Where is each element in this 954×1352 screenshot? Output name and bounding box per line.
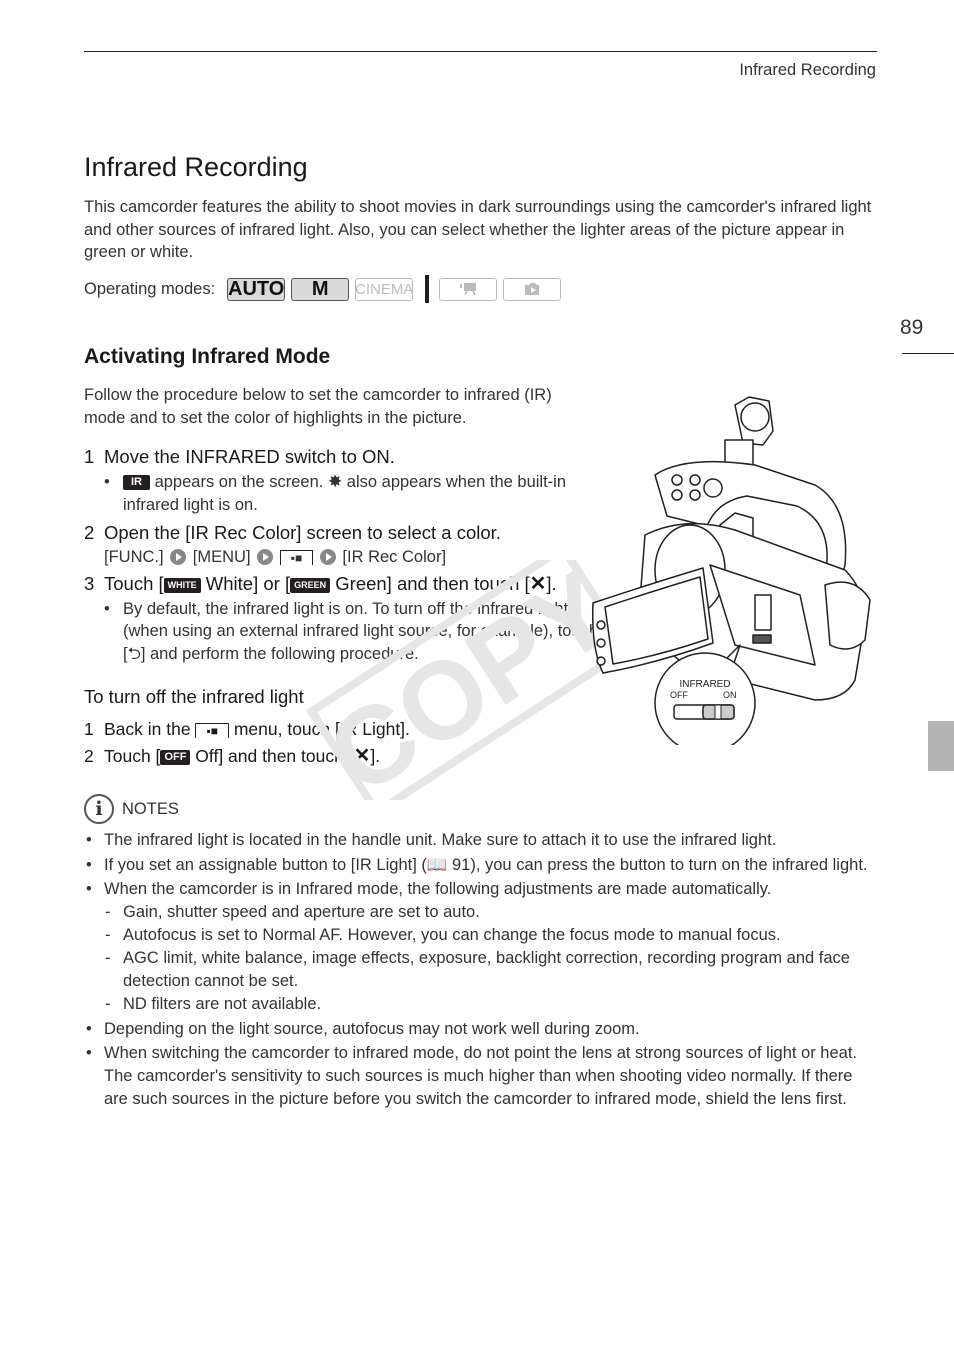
step-1: 1 Move the INFRARED switch to ON. <box>84 446 395 467</box>
note-item: When the camcorder is in Infrared mode, … <box>84 878 879 1016</box>
step-3-bullet: By default, the infrared light is on. To… <box>84 598 604 666</box>
note-item: Depending on the light source, autofocus… <box>84 1018 879 1041</box>
arrow-right-icon <box>319 549 336 565</box>
infrared-switch <box>673 704 735 720</box>
notes-label: NOTES <box>122 799 179 818</box>
subsection-title: To turn off the infrared light <box>84 686 304 707</box>
header-rule <box>84 51 877 52</box>
green-color-icon: GREEN <box>290 577 331 593</box>
procedure-intro: Follow the procedure below to set the ca… <box>84 386 552 427</box>
mode-auto-icon: AUTO <box>227 277 286 301</box>
note-subitem: ND filters are not available. <box>84 993 879 1016</box>
mode-separator <box>425 275 430 303</box>
ir-indicator-icon: IR <box>123 475 150 490</box>
info-icon: i <box>84 794 114 824</box>
notes-list: The infrared light is located in the han… <box>84 829 879 1113</box>
subsection-steps: 1 Back in the ▪■ menu, touch [IR Light]. … <box>84 716 604 770</box>
off-icon: OFF <box>160 750 191 765</box>
step-3: 3 Touch [WHITE White] or [GREEN Green] an… <box>84 572 557 595</box>
step-2: 2 Open the [IR Rec Color] screen to selec… <box>84 522 501 543</box>
mode-manual-icon: M <box>291 277 350 301</box>
substep-2: 2 Touch [OFF Off] and then touch [✕]. <box>84 745 381 767</box>
arrow-right-icon <box>257 549 274 565</box>
substep-1: 1 Back in the ▪■ menu, touch [IR Light]. <box>84 719 410 739</box>
return-icon: ⮌ <box>127 644 141 663</box>
page-number: 89 <box>900 316 924 339</box>
arrow-right-icon <box>170 549 187 565</box>
page-number-rule <box>902 353 954 354</box>
section-title: Activating Infrared Mode <box>84 345 331 368</box>
steps-list: 1Move the INFRARED switch to ON. IR appe… <box>84 444 604 665</box>
notes-header: i NOTES <box>84 794 179 824</box>
page-title: Infrared Recording <box>84 152 308 182</box>
camcorder-illustration: INFRARED OFF ON <box>591 396 871 745</box>
infrared-switch-label: INFRARED <box>679 679 730 690</box>
step-2-menu-path: [FUNC.] [MENU] ▪■ [IR Rec Color] <box>104 548 447 566</box>
switch-off-label: OFF <box>670 690 688 700</box>
note-subitem: Gain, shutter speed and aperture are set… <box>84 901 879 924</box>
white-color-icon: WHITE <box>163 577 201 593</box>
intro-paragraph: This camcorder features the ability to s… <box>84 198 872 261</box>
chapter-thumb-tab <box>928 721 954 771</box>
switch-on-label: ON <box>723 690 737 700</box>
note-subitem: AGC limit, white balance, image effects,… <box>84 947 879 993</box>
camera-menu-icon: ▪■ <box>279 550 314 565</box>
camera-menu-icon: ▪■ <box>195 723 229 738</box>
ir-light-icon: ✸ <box>327 472 343 491</box>
note-item: If you set an assignable button to [IR L… <box>84 854 879 877</box>
movie-mode-icon <box>439 277 498 301</box>
operating-modes: Operating modes: AUTO M CINEMA <box>84 275 567 303</box>
step-1-bullet: IR appears on the screen. ✸ also appears… <box>84 471 604 516</box>
photo-mode-icon <box>503 277 562 301</box>
note-item: The infrared light is located in the han… <box>84 829 879 852</box>
close-icon: ✕ <box>353 745 371 767</box>
note-item: When switching the camcorder to infrared… <box>84 1042 879 1111</box>
running-head: Infrared Recording <box>739 61 876 79</box>
close-icon: ✕ <box>529 572 547 595</box>
note-subitem: Autofocus is set to Normal AF. However, … <box>84 924 879 947</box>
mode-cinema-icon: CINEMA <box>355 277 413 301</box>
operating-modes-label: Operating modes: <box>84 279 216 298</box>
